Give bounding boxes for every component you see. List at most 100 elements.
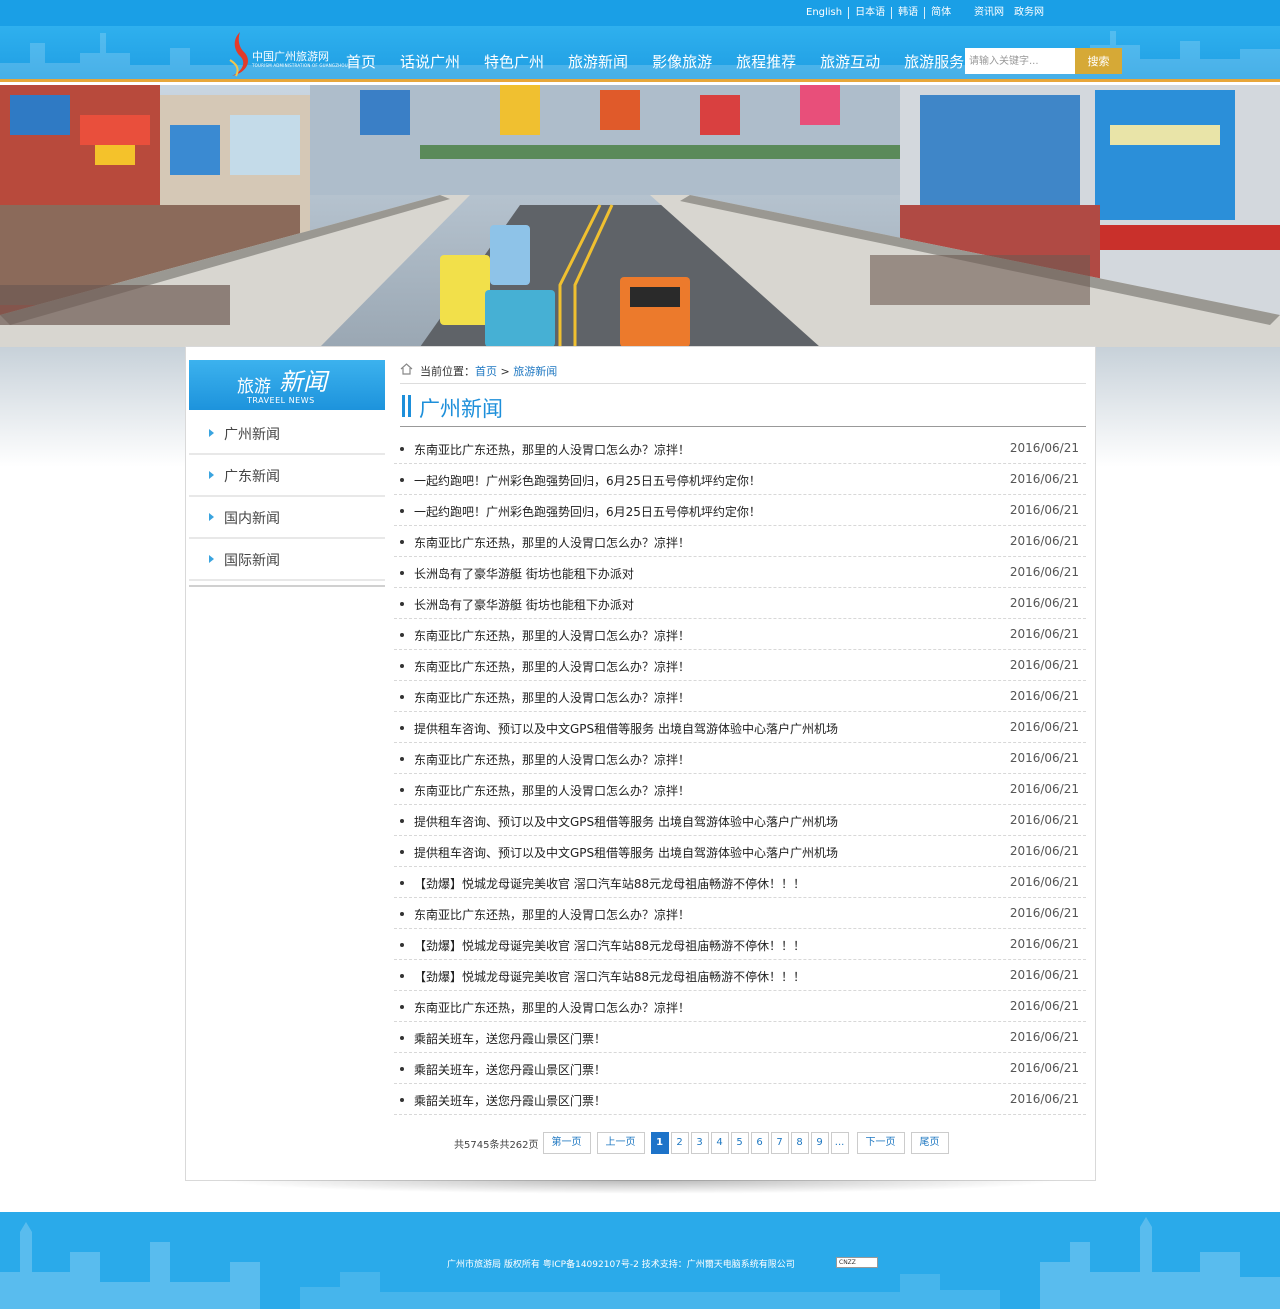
cnzz-badge[interactable]: CNZZ <box>836 1257 878 1268</box>
nav-item-travel-news[interactable]: 旅游新闻 <box>568 52 628 72</box>
news-date: 2016/06/21 <box>1009 1030 1079 1044</box>
breadcrumb-home-link[interactable]: 首页 <box>475 365 497 378</box>
news-title-link[interactable]: 一起约跑吧！广州彩色跑强势回归，6月25日五号停机坪约定你！ <box>414 503 761 520</box>
bullet-icon <box>400 974 404 978</box>
news-title-link[interactable]: 乘韶关班车，送您丹霞山景区门票！ <box>414 1030 606 1047</box>
lang-korean-link[interactable]: 韩语 <box>892 7 926 19</box>
news-site-link[interactable]: 资讯网 <box>974 7 1004 19</box>
news-title-link[interactable]: 【劲爆】悦城龙母诞完美收官 滘口汽车站88元龙母祖庙畅游不停休！！！ <box>414 937 805 954</box>
bullet-icon <box>400 447 404 451</box>
news-list-item[interactable]: 长洲岛有了豪华游艇 街坊也能租下办派对 2016/06/21 <box>394 557 1086 588</box>
nav-item-itineraries[interactable]: 旅程推荐 <box>736 52 796 72</box>
lang-simplified-link[interactable]: 简体 <box>925 7 957 19</box>
news-list-item[interactable]: 乘韶关班车，送您丹霞山景区门票！ 2016/06/21 <box>394 1022 1086 1053</box>
news-date: 2016/06/21 <box>1009 534 1079 548</box>
search-button[interactable]: 搜索 <box>1075 48 1122 74</box>
page-number-button[interactable]: 5 <box>730 1132 749 1154</box>
news-list-item[interactable]: 乘韶关班车，送您丹霞山景区门票！ 2016/06/21 <box>394 1084 1086 1115</box>
gov-site-link[interactable]: 政务网 <box>1014 7 1044 19</box>
bullet-icon <box>400 943 404 947</box>
home-icon <box>400 363 413 375</box>
news-title-link[interactable]: 乘韶关班车，送您丹霞山景区门票！ <box>414 1092 606 1109</box>
sidebar-item-guangdong-news[interactable]: 广东新闻 <box>189 455 385 497</box>
sidebar-item-international-news[interactable]: 国际新闻 <box>189 539 385 581</box>
page-number-button[interactable]: 2 <box>670 1132 689 1154</box>
news-title-link[interactable]: 【劲爆】悦城龙母诞完美收官 滘口汽车站88元龙母祖庙畅游不停休！！！ <box>414 968 805 985</box>
nav-item-home[interactable]: 首页 <box>346 52 376 72</box>
page-number-button[interactable]: 7 <box>770 1132 789 1154</box>
news-title-link[interactable]: 长洲岛有了豪华游艇 街坊也能租下办派对 <box>414 596 634 613</box>
news-title-link[interactable]: 东南亚比广东还热，那里的人没胃口怎么办？凉拌！ <box>414 534 690 551</box>
search-input[interactable] <box>965 48 1075 74</box>
news-title-link[interactable]: 东南亚比广东还热，那里的人没胃口怎么办？凉拌！ <box>414 658 690 675</box>
bullet-icon <box>400 757 404 761</box>
news-list-item[interactable]: 一起约跑吧！广州彩色跑强势回归，6月25日五号停机坪约定你！ 2016/06/21 <box>394 495 1086 526</box>
chevron-right-icon <box>209 429 214 437</box>
city-street-illustration <box>0 85 1280 347</box>
news-list-item[interactable]: 提供租车咨询、预订以及中文GPS租借等服务 出境自驾游体验中心落户广州机场 201… <box>394 805 1086 836</box>
news-title-link[interactable]: 乘韶关班车，送您丹霞山景区门票！ <box>414 1061 606 1078</box>
news-title-link[interactable]: 提供租车咨询、预订以及中文GPS租借等服务 出境自驾游体验中心落户广州机场 <box>414 720 838 737</box>
sidebar-header: 旅游 新闻 TRAVEEL NEWS <box>189 360 385 410</box>
news-title-link[interactable]: 东南亚比广东还热，那里的人没胃口怎么办？凉拌！ <box>414 751 690 768</box>
next-page-button[interactable]: 下一页 <box>856 1132 905 1154</box>
news-title-link[interactable]: 【劲爆】悦城龙母诞完美收官 滘口汽车站88元龙母祖庙畅游不停休！！！ <box>414 875 805 892</box>
logo-name: 中国广州旅游网 <box>252 50 329 63</box>
section-header: 广州新闻 <box>400 390 1086 427</box>
nav-item-gallery[interactable]: 影像旅游 <box>652 52 712 72</box>
news-title-link[interactable]: 提供租车咨询、预订以及中文GPS租借等服务 出境自驾游体验中心落户广州机场 <box>414 813 838 830</box>
news-list-item[interactable]: 东南亚比广东还热，那里的人没胃口怎么办？凉拌！ 2016/06/21 <box>394 898 1086 929</box>
news-title-link[interactable]: 东南亚比广东还热，那里的人没胃口怎么办？凉拌！ <box>414 906 690 923</box>
news-list-item[interactable]: 一起约跑吧！广州彩色跑强势回归，6月25日五号停机坪约定你！ 2016/06/21 <box>394 464 1086 495</box>
news-list-item[interactable]: 东南亚比广东还热，那里的人没胃口怎么办？凉拌！ 2016/06/21 <box>394 681 1086 712</box>
lang-japanese-link[interactable]: 日本语 <box>849 7 893 19</box>
breadcrumb-current-link[interactable]: 旅游新闻 <box>513 365 557 378</box>
bullet-icon <box>400 726 404 730</box>
news-list-item[interactable]: 东南亚比广东还热，那里的人没胃口怎么办？凉拌！ 2016/06/21 <box>394 650 1086 681</box>
news-title-link[interactable]: 一起约跑吧！广州彩色跑强势回归，6月25日五号停机坪约定你！ <box>414 472 761 489</box>
sidebar-menu: 广州新闻 广东新闻 国内新闻 国际新闻 <box>189 413 385 581</box>
page-number-button[interactable]: 3 <box>690 1132 709 1154</box>
page-number-button[interactable]: 8 <box>790 1132 809 1154</box>
news-list-item[interactable]: 提供租车咨询、预订以及中文GPS租借等服务 出境自驾游体验中心落户广州机场 201… <box>394 712 1086 743</box>
page-number-button[interactable]: 1 <box>650 1132 669 1154</box>
news-list-item[interactable]: 【劲爆】悦城龙母诞完美收官 滘口汽车站88元龙母祖庙畅游不停休！！！ 2016/0… <box>394 929 1086 960</box>
news-list-item[interactable]: 东南亚比广东还热，那里的人没胃口怎么办？凉拌！ 2016/06/21 <box>394 991 1086 1022</box>
sidebar-item-domestic-news[interactable]: 国内新闻 <box>189 497 385 539</box>
news-list-item[interactable]: 【劲爆】悦城龙母诞完美收官 滘口汽车站88元龙母祖庙畅游不停休！！！ 2016/0… <box>394 960 1086 991</box>
main-nav: 首页 话说广州 特色广州 旅游新闻 影像旅游 旅程推荐 旅游互动 旅游服务 <box>346 52 988 72</box>
bullet-icon <box>400 540 404 544</box>
prev-page-button[interactable]: 上一页 <box>596 1132 645 1154</box>
nav-item-interaction[interactable]: 旅游互动 <box>820 52 880 72</box>
last-page-button[interactable]: 尾页 <box>910 1132 949 1154</box>
news-list-item[interactable]: 【劲爆】悦城龙母诞完美收官 滘口汽车站88元龙母祖庙畅游不停休！！！ 2016/0… <box>394 867 1086 898</box>
news-list-item[interactable]: 东南亚比广东还热，那里的人没胃口怎么办？凉拌！ 2016/06/21 <box>394 433 1086 464</box>
news-list-item[interactable]: 长洲岛有了豪华游艇 街坊也能租下办派对 2016/06/21 <box>394 588 1086 619</box>
news-list-item[interactable]: 东南亚比广东还热，那里的人没胃口怎么办？凉拌！ 2016/06/21 <box>394 619 1086 650</box>
news-list-item[interactable]: 提供租车咨询、预订以及中文GPS租借等服务 出境自驾游体验中心落户广州机场 201… <box>394 836 1086 867</box>
news-date: 2016/06/21 <box>1009 875 1079 889</box>
news-title-link[interactable]: 东南亚比广东还热，那里的人没胃口怎么办？凉拌！ <box>414 689 690 706</box>
news-list-item[interactable]: 东南亚比广东还热，那里的人没胃口怎么办？凉拌！ 2016/06/21 <box>394 526 1086 557</box>
page-number-button[interactable]: 9 <box>810 1132 829 1154</box>
page-number-button[interactable]: 6 <box>750 1132 769 1154</box>
news-list-item[interactable]: 乘韶关班车，送您丹霞山景区门票！ 2016/06/21 <box>394 1053 1086 1084</box>
news-title-link[interactable]: 提供租车咨询、预订以及中文GPS租借等服务 出境自驾游体验中心落户广州机场 <box>414 844 838 861</box>
news-title-link[interactable]: 长洲岛有了豪华游艇 街坊也能租下办派对 <box>414 565 634 582</box>
nav-item-services[interactable]: 旅游服务 <box>904 52 964 72</box>
news-title-link[interactable]: 东南亚比广东还热，那里的人没胃口怎么办？凉拌！ <box>414 999 690 1016</box>
news-title-link[interactable]: 东南亚比广东还热，那里的人没胃口怎么办？凉拌！ <box>414 441 690 458</box>
nav-item-featured[interactable]: 特色广州 <box>484 52 544 72</box>
nav-item-about-guangzhou[interactable]: 话说广州 <box>400 52 460 72</box>
site-logo[interactable]: 中国广州旅游网 TOURISM ADMINISTRATION OF GUANGZ… <box>226 28 348 79</box>
news-date: 2016/06/21 <box>1009 503 1079 517</box>
page-number-button[interactable]: 4 <box>710 1132 729 1154</box>
news-date: 2016/06/21 <box>1009 1092 1079 1106</box>
sidebar-item-guangzhou-news[interactable]: 广州新闻 <box>189 413 385 455</box>
first-page-button[interactable]: 第一页 <box>542 1132 591 1154</box>
news-title-link[interactable]: 东南亚比广东还热，那里的人没胃口怎么办？凉拌！ <box>414 782 690 799</box>
news-title-link[interactable]: 东南亚比广东还热，那里的人没胃口怎么办？凉拌！ <box>414 627 690 644</box>
news-list-item[interactable]: 东南亚比广东还热，那里的人没胃口怎么办？凉拌！ 2016/06/21 <box>394 774 1086 805</box>
news-list-item[interactable]: 东南亚比广东还热，那里的人没胃口怎么办？凉拌！ 2016/06/21 <box>394 743 1086 774</box>
lang-english-link[interactable]: English <box>800 7 850 19</box>
